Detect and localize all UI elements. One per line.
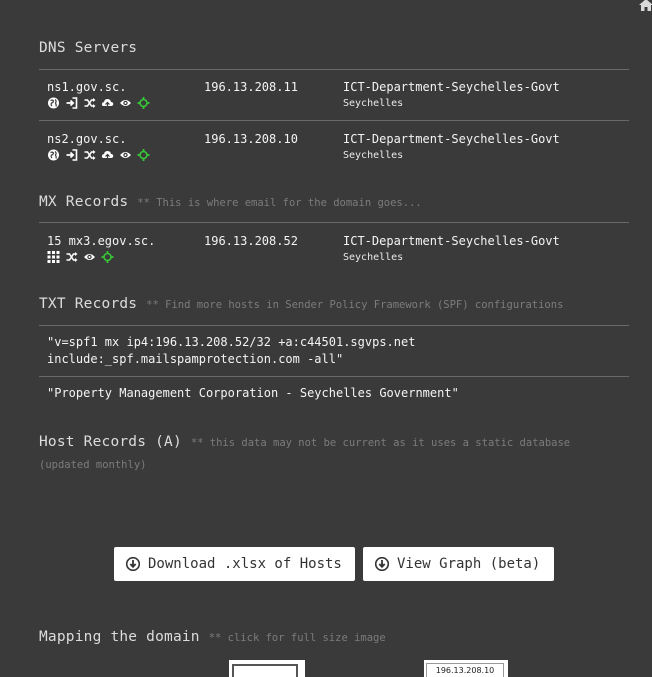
txt-record-line: include:_spf.mailspamprotection.com -all… xyxy=(47,352,344,366)
download-xlsx-button[interactable]: Download .xlsx of Hosts xyxy=(114,547,355,581)
home-icon[interactable] xyxy=(638,0,652,12)
txt-record: "Property Management Corporation - Seych… xyxy=(47,385,607,402)
domain-map-thumbnail[interactable]: 196.13.208.10 xyxy=(424,660,508,677)
globe-icon[interactable] xyxy=(47,149,60,161)
mx-org: ICT-Department-Seychelles-Govt xyxy=(343,234,560,248)
txt-records-title: TXT Records xyxy=(39,296,138,312)
globe-icon[interactable] xyxy=(47,97,60,109)
dns-host: ns2.gov.sc. xyxy=(47,132,127,146)
crosshair-icon[interactable] xyxy=(101,251,114,263)
dns-org: ICT-Department-Seychelles-Govt xyxy=(343,132,560,146)
eye-icon[interactable] xyxy=(119,97,132,109)
mx-records-title: MX Records xyxy=(39,194,129,210)
domain-map-thumbnail[interactable] xyxy=(229,660,305,677)
host-records-heading: Host Records (A) ** this data may not be… xyxy=(39,432,619,476)
mx-host: 15 mx3.egov.sc. xyxy=(47,234,156,248)
shuffle-icon[interactable] xyxy=(83,97,96,109)
mapping-hint: ** click for full size image xyxy=(208,632,386,644)
dns-country: Seychelles xyxy=(343,98,404,109)
divider xyxy=(39,69,629,70)
map-node-box xyxy=(232,664,298,677)
view-graph-label: View Graph (beta) xyxy=(397,556,541,572)
dns-servers-heading: DNS Servers xyxy=(39,40,137,56)
host-actions xyxy=(47,251,155,263)
divider xyxy=(39,376,629,377)
eye-icon[interactable] xyxy=(83,251,96,263)
dns-country: Seychelles xyxy=(343,150,404,161)
mx-records-hint: ** This is where email for the domain go… xyxy=(137,197,422,209)
host-actions xyxy=(47,97,150,109)
dns-ip: 196.13.208.10 xyxy=(204,132,298,146)
crosshair-icon[interactable] xyxy=(137,149,150,161)
mx-row: 15 mx3.egov.sc. 196.13.208.52 ICT-Depart… xyxy=(39,234,629,274)
shuffle-icon[interactable] xyxy=(65,251,78,263)
login-icon[interactable] xyxy=(65,97,78,109)
host-records-hint: ** this data may not be current as it us… xyxy=(190,437,571,449)
download-circle-icon xyxy=(375,557,389,571)
host-records-title: Host Records (A) xyxy=(39,434,182,450)
crosshair-icon[interactable] xyxy=(137,97,150,109)
mx-records-heading: MX Records ** This is where email for th… xyxy=(39,194,422,210)
map-node-label: 196.13.208.10 xyxy=(435,666,495,675)
divider xyxy=(39,222,629,223)
mx-ip: 196.13.208.52 xyxy=(204,234,298,248)
shuffle-icon[interactable] xyxy=(83,149,96,161)
dns-org: ICT-Department-Seychelles-Govt xyxy=(343,80,560,94)
txt-records-heading: TXT Records ** Find more hosts in Sender… xyxy=(39,296,563,312)
mapping-title: Mapping the domain xyxy=(39,629,200,645)
cloud-upload-icon[interactable] xyxy=(101,149,114,161)
grid-icon[interactable] xyxy=(47,251,60,263)
view-graph-button[interactable]: View Graph (beta) xyxy=(363,547,554,581)
map-node: 196.13.208.10 xyxy=(426,663,504,677)
eye-icon[interactable] xyxy=(119,149,132,161)
host-actions xyxy=(47,149,150,161)
txt-record: "v=spf1 mx ip4:196.13.208.52/32 +a:c4450… xyxy=(47,334,607,368)
txt-record-line: "Property Management Corporation - Seych… xyxy=(47,386,459,400)
divider xyxy=(39,325,629,326)
host-records-hint-cont: (updated monthly) xyxy=(39,459,147,471)
cloud-upload-icon[interactable] xyxy=(101,97,114,109)
divider xyxy=(39,120,629,121)
download-xlsx-label: Download .xlsx of Hosts xyxy=(148,556,342,572)
mx-country: Seychelles xyxy=(343,252,404,263)
dns-servers-title: DNS Servers xyxy=(39,40,138,56)
download-circle-icon xyxy=(126,557,140,571)
dns-row: ns1.gov.sc. 196.13.208.11 ICT-Department… xyxy=(39,80,629,120)
dns-ip: 196.13.208.11 xyxy=(204,80,298,94)
mapping-heading: Mapping the domain ** click for full siz… xyxy=(39,629,386,645)
txt-records-hint: ** Find more hosts in Sender Policy Fram… xyxy=(146,299,564,311)
dns-host: ns1.gov.sc. xyxy=(47,80,127,94)
dns-row: ns2.gov.sc. 196.13.208.10 ICT-Department… xyxy=(39,132,629,172)
login-icon[interactable] xyxy=(65,149,78,161)
txt-record-line: "v=spf1 mx ip4:196.13.208.52/32 +a:c4450… xyxy=(47,335,416,349)
